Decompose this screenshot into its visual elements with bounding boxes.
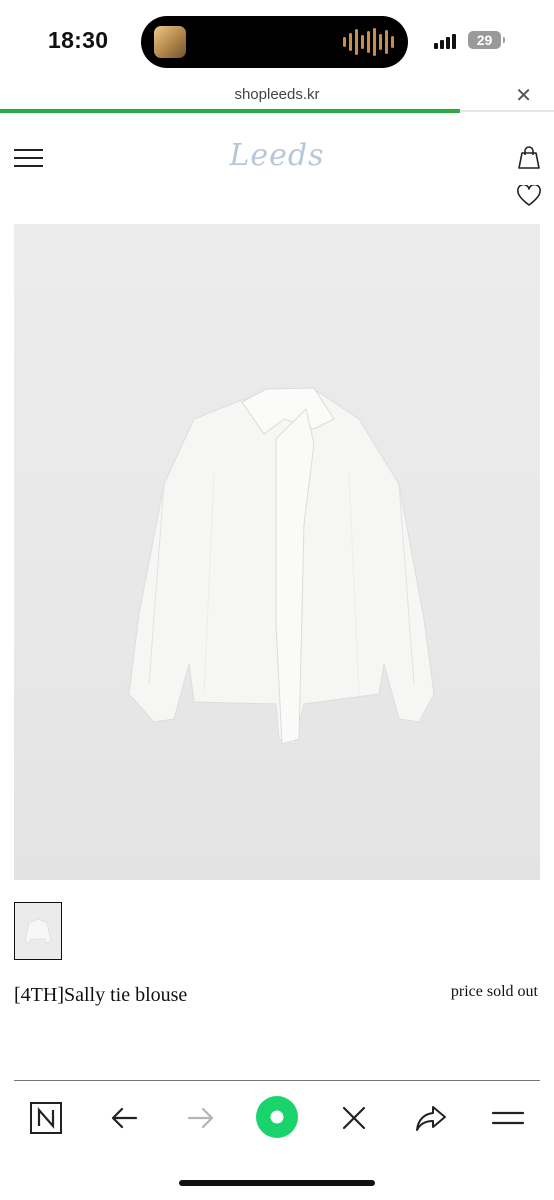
menu-icon	[491, 1111, 525, 1125]
close-icon[interactable]: ✕	[515, 83, 532, 108]
url-bar[interactable]: shopleeds.kr ✕	[0, 80, 554, 112]
back-button[interactable]	[106, 1100, 142, 1136]
green-dot-button[interactable]	[256, 1096, 298, 1138]
product-thumbnail[interactable]	[14, 902, 62, 960]
url-text[interactable]: shopleeds.kr	[0, 86, 554, 103]
product-price: price sold out	[450, 983, 538, 1000]
load-progress-fill	[0, 109, 460, 113]
thumbnail-blouse	[24, 918, 52, 944]
album-art[interactable]	[154, 26, 186, 58]
status-time: 18:30	[48, 27, 109, 53]
load-progress-bar	[0, 109, 554, 113]
arrow-left-icon	[111, 1107, 138, 1129]
forward-button[interactable]	[183, 1100, 219, 1136]
battery-level: 29	[476, 32, 493, 48]
waveform-icon	[343, 27, 394, 57]
dynamic-island[interactable]	[141, 16, 408, 68]
naver-n-icon	[30, 1102, 62, 1134]
divider	[14, 1080, 540, 1081]
menu-button[interactable]	[490, 1100, 526, 1136]
blouse-illustration	[128, 387, 435, 745]
site-logo[interactable]: Leeds	[0, 138, 554, 173]
product-name: [4TH]Sally tie blouse	[14, 984, 188, 1006]
status-bar: 18:30 29	[0, 0, 554, 80]
battery-tip	[503, 37, 505, 43]
battery-icon: 29	[468, 31, 501, 49]
close-tab-button[interactable]	[336, 1100, 372, 1136]
cellular-signal-icon	[434, 34, 456, 49]
share-button[interactable]	[413, 1100, 449, 1136]
heart-icon[interactable]	[517, 185, 541, 207]
home-indicator[interactable]	[179, 1180, 375, 1186]
product-image[interactable]	[14, 224, 540, 880]
share-icon	[416, 1106, 446, 1131]
arrow-right-icon	[187, 1107, 214, 1129]
green-dot-icon	[256, 1096, 298, 1138]
shopping-bag-icon[interactable]	[516, 144, 542, 170]
naver-home-button[interactable]	[28, 1100, 64, 1136]
close-icon	[342, 1106, 366, 1130]
